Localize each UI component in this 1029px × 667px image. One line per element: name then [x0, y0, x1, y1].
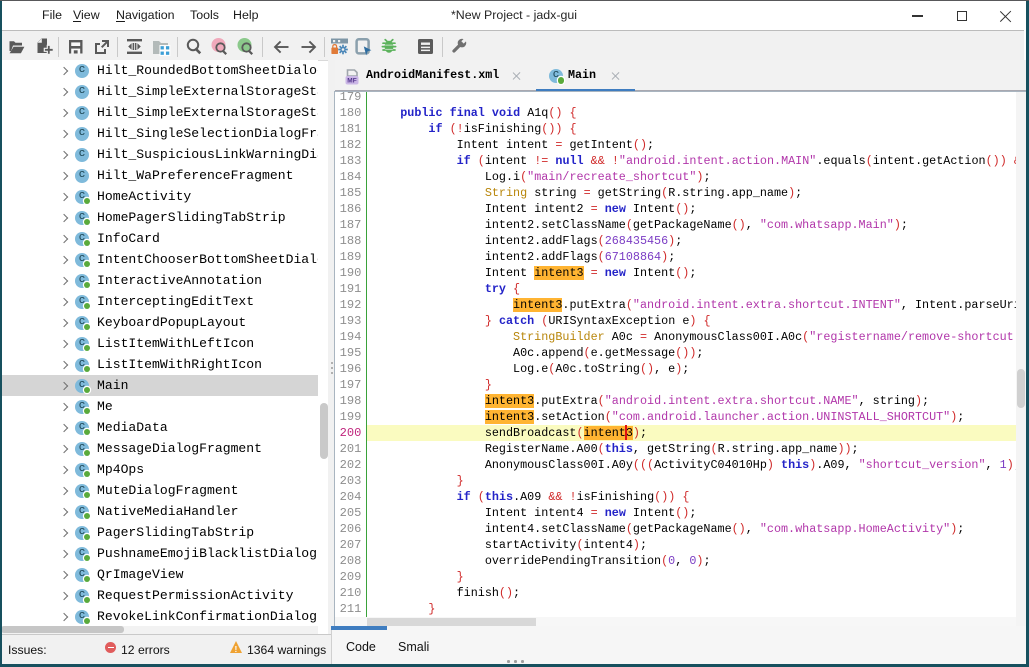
svg-text:MF: MF — [347, 78, 356, 85]
